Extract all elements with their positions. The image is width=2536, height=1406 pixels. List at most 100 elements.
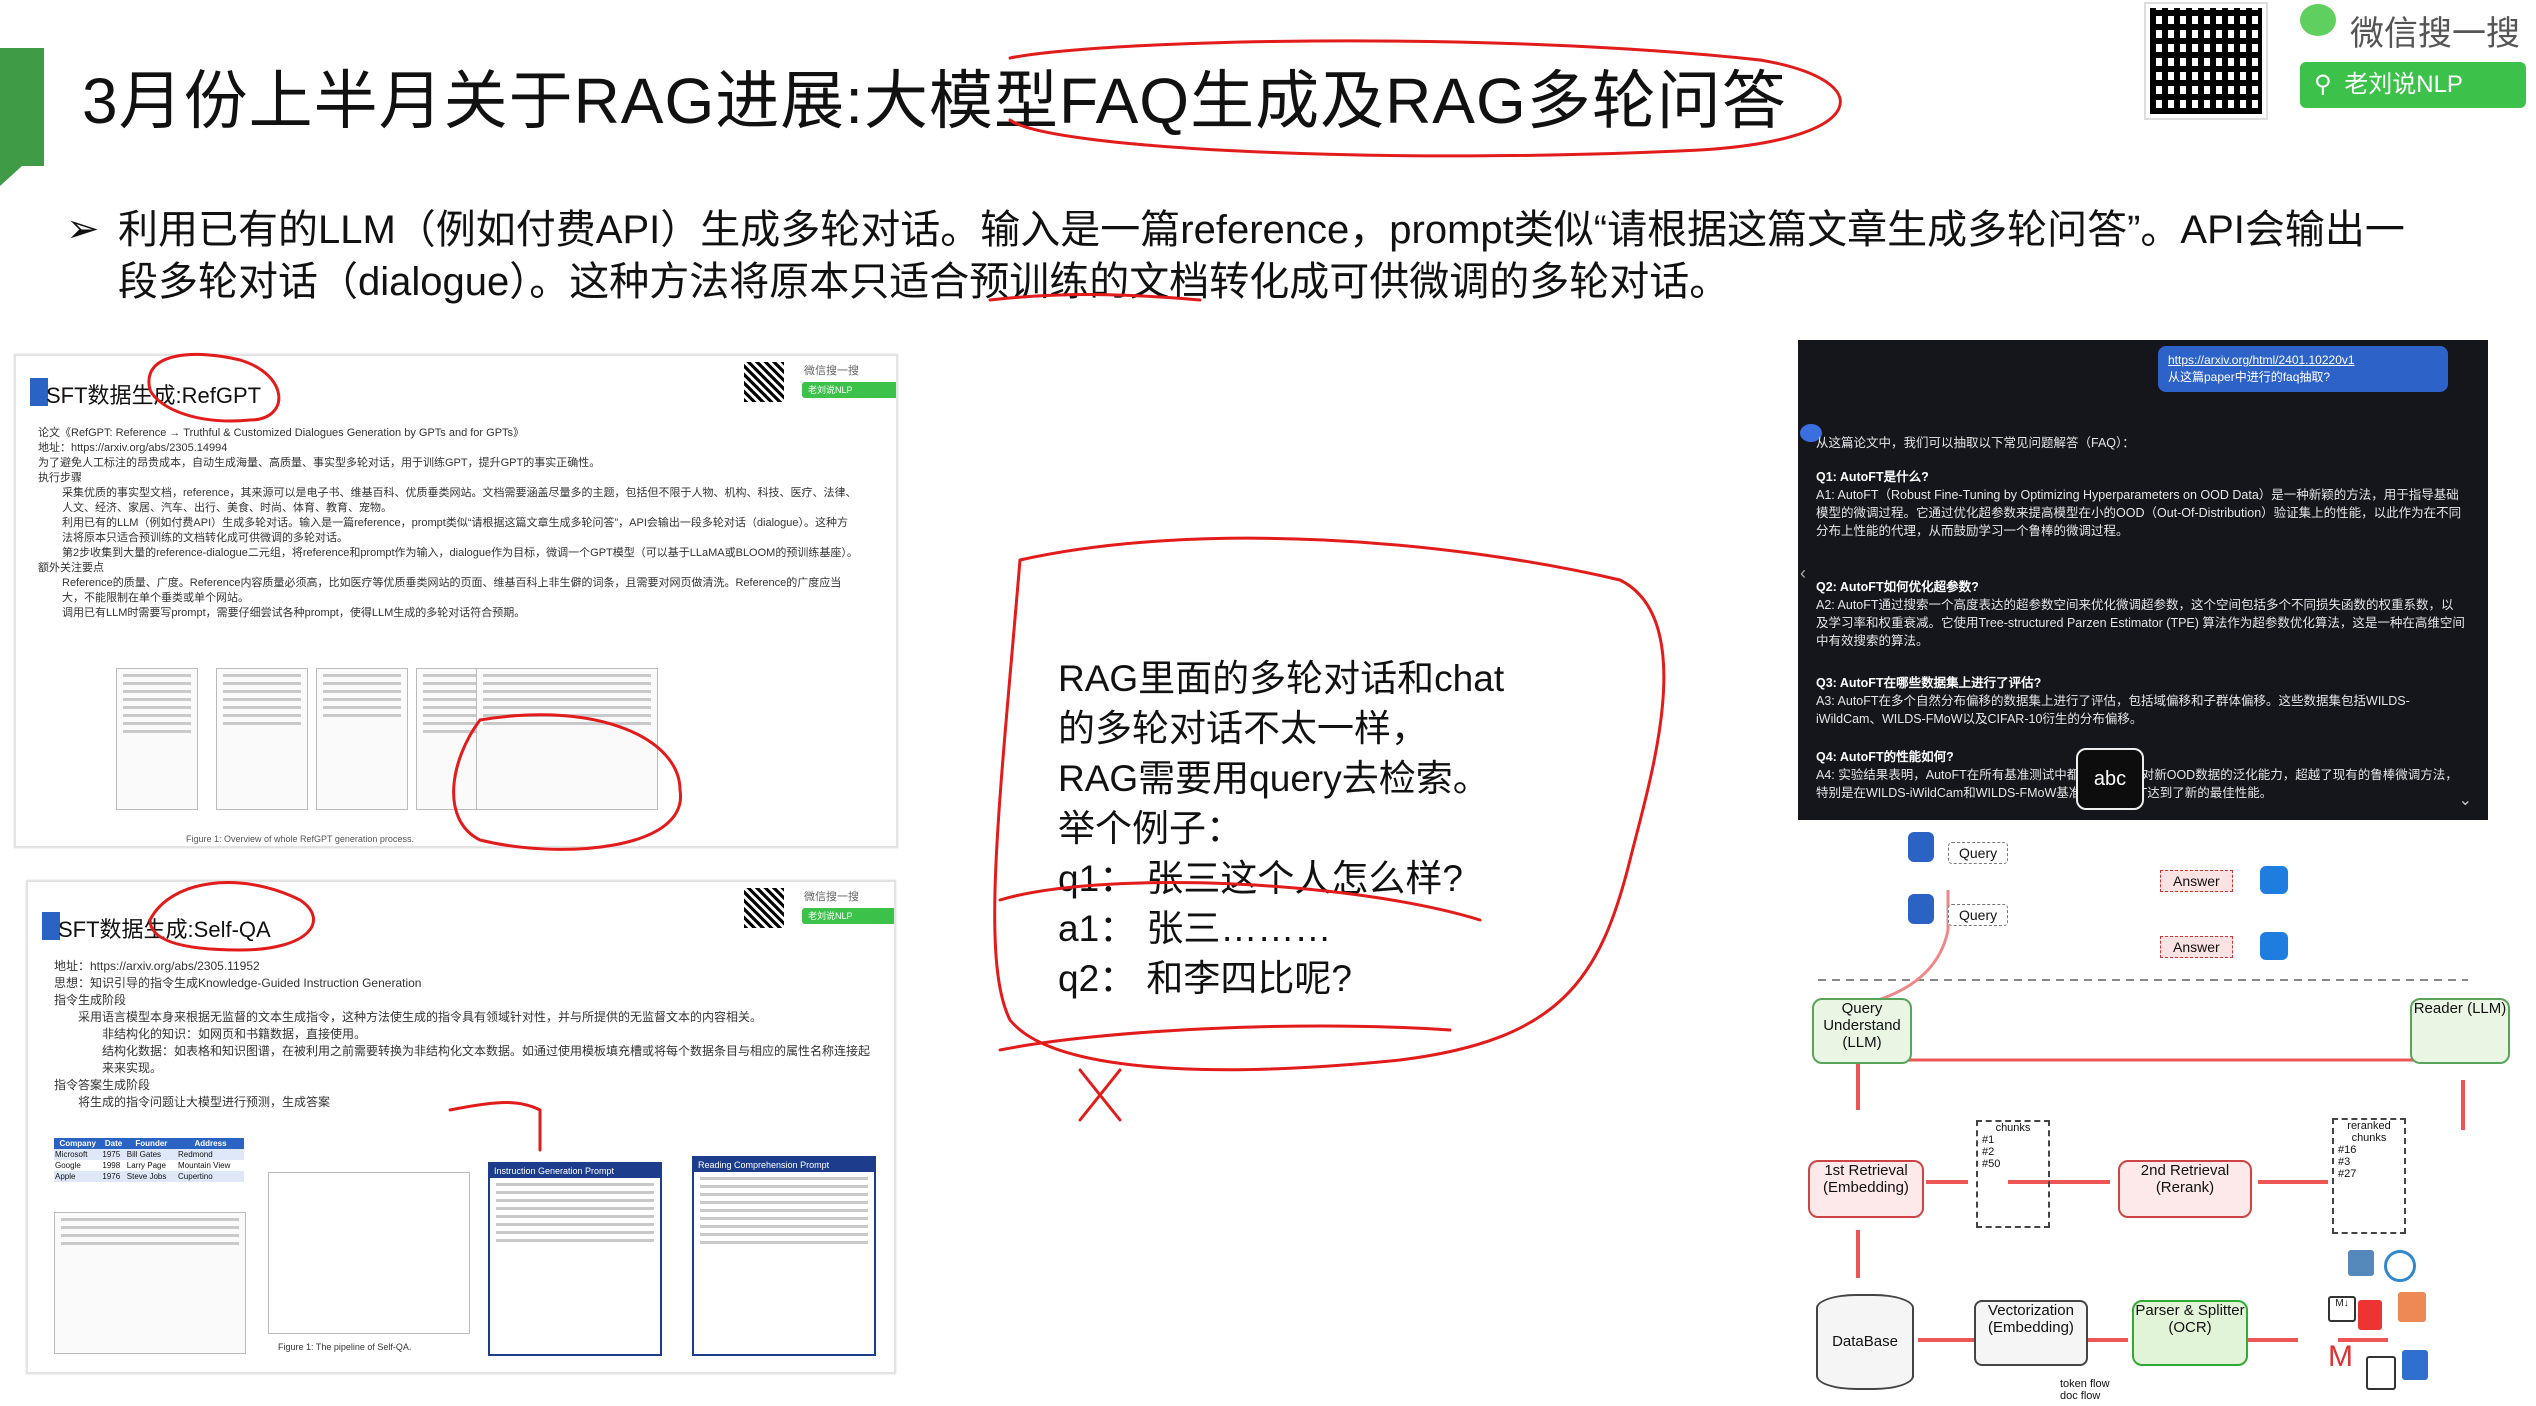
search-button[interactable]: ⚲ 老刘说NLP: [2300, 62, 2526, 108]
faq-item: Q3: AutoFT在哪些数据集上进行了评估? A3: AutoFT在多个自然分…: [1816, 674, 2466, 728]
faq-answer: A1: AutoFT（Robust Fine-Tuning by Optimiz…: [1816, 488, 2462, 538]
search-pill: 老刘说NLP: [802, 382, 896, 398]
scroll-down-icon[interactable]: ⌄: [2459, 792, 2472, 810]
table-cell: Larry Page: [126, 1161, 166, 1170]
reranked-label: reranked chunks: [2347, 1120, 2391, 1144]
query-pill: Query: [1948, 904, 2009, 926]
note-line: q2： 和李四比呢?: [1058, 958, 1353, 999]
parser-splitter-box: Parser & Splitter (OCR): [2132, 1300, 2248, 1366]
knowledge-table: Company Date Founder Address Microsoft 19…: [54, 1138, 244, 1182]
body-line: 采集优质的事实型文档，reference，其来源可以是电子书、维基百科、优质垂类…: [62, 487, 857, 514]
query-pill: Query: [1948, 842, 2009, 864]
qr-code: [2144, 2, 2268, 120]
body-line: 第2步收集到大量的reference-dialogue二元组，将referenc…: [62, 547, 858, 559]
wechat-label: 微信搜一搜: [804, 891, 859, 903]
note-line: 的多轮对话不太一样，: [1058, 708, 1428, 749]
table-cell: 1998: [102, 1161, 121, 1170]
legend-token-flow: token flow: [2060, 1378, 2110, 1390]
answer-intro: 从这篇论文中，我们可以抽取以下常见问题解答（FAQ）：: [1816, 436, 2135, 450]
table-cell: Google: [55, 1161, 81, 1170]
figure-thumbnail: [116, 668, 198, 810]
qr-code: [744, 362, 784, 402]
table-cell: 1975: [102, 1150, 121, 1159]
paper-link[interactable]: https://arxiv.org/html/2401.10220v1: [2168, 352, 2438, 369]
chunks-box: chunks #1 #2 #50: [1976, 1120, 2050, 1228]
body-line: 思想：知识引导的指令生成Knowledge-Guided Instruction…: [54, 976, 422, 990]
slide-body: 地址：https://arxiv.org/abs/2305.11952 思想：知…: [54, 958, 874, 1111]
table-header: Address: [194, 1139, 227, 1148]
table-cell: Redmond: [178, 1150, 213, 1159]
body-line: 额外关注要点: [38, 562, 104, 574]
faq-question: Q2: AutoFT如何优化超参数?: [1816, 580, 1979, 594]
figure-thumbnail: [216, 668, 308, 810]
ppt-file-icon: [2398, 1292, 2426, 1322]
refgpt-slide: SFT数据生成:RefGPT 微信搜一搜 老刘说NLP 论文《RefGPT: R…: [14, 354, 898, 848]
user-request: 从这篇paper中进行的faq抽取?: [2168, 370, 2331, 384]
table-header: Date: [104, 1139, 123, 1148]
reading-prompt-box: Reading Comprehension Prompt: [692, 1156, 876, 1356]
pdf-file-icon: [2358, 1300, 2382, 1330]
wechat-search-label: 微信搜一搜: [2350, 15, 2520, 53]
body-line: 地址：https://arxiv.org/abs/2305.11952: [54, 959, 260, 973]
table-cell: Steve Jobs: [126, 1172, 167, 1181]
box-title: Reading Comprehension Prompt: [694, 1158, 874, 1172]
body-line: 将生成的指令问题让大模型进行预测，生成答案: [78, 1095, 331, 1109]
body-line: 指令生成阶段: [54, 993, 127, 1007]
slide-title: SFT数据生成:RefGPT: [46, 383, 262, 408]
search-pill: 老刘说NLP: [802, 908, 894, 924]
table-cell: Microsoft: [55, 1150, 88, 1159]
table-header: Company: [59, 1139, 96, 1148]
first-retrieval-box: 1st Retrieval (Embedding): [1808, 1160, 1924, 1218]
body-line: 采用语言模型本身来根据无监督的文本生成指令，这种方法使生成的指令具有领域针对性，…: [78, 1010, 763, 1024]
slide-body: 论文《RefGPT: Reference → Truthful & Custom…: [38, 426, 858, 621]
robot-icon: [2260, 866, 2288, 894]
box-title: Instruction Generation Prompt: [490, 1164, 660, 1178]
chunk-label: #3: [2338, 1156, 2351, 1168]
legend-doc-flow: doc flow: [2060, 1390, 2101, 1402]
figure-thumbnail: [476, 668, 658, 810]
answer-pill: Answer: [2160, 870, 2233, 892]
table-cell: Apple: [55, 1172, 76, 1181]
page-title: 3月份上半月关于RAG进展:大模型FAQ生成及RAG多轮问答: [82, 65, 1787, 137]
figure-caption: Figure 1: Overview of whole RefGPT gener…: [186, 834, 414, 844]
chunks-label: chunks: [1995, 1122, 2031, 1134]
title-accent-bar: [0, 48, 44, 186]
mail-icon: M: [2328, 1340, 2353, 1373]
faq-answer: A2: AutoFT通过搜索一个高度表达的超参数空间来优化微调超参数，这个空间包…: [1816, 598, 2465, 648]
chevron-left-icon[interactable]: ‹: [1800, 564, 1806, 582]
handwritten-note: RAG里面的多轮对话和chat 的多轮对话不太一样， RAG需要用query去检…: [1058, 654, 1504, 1004]
figure-thumbnail: [316, 668, 408, 810]
user-icon: [1908, 894, 1934, 924]
chunk-label: #27: [2338, 1168, 2357, 1180]
csv-file-icon: [2366, 1356, 2396, 1390]
text-select-badge[interactable]: abc: [2076, 748, 2144, 810]
faq-item: Q2: AutoFT如何优化超参数? A2: AutoFT通过搜索一个高度表达的…: [1816, 578, 2466, 650]
reranked-chunks-box: reranked chunks #16 #3 #27: [2332, 1118, 2406, 1234]
note-line: RAG里面的多轮对话和chat: [1058, 658, 1505, 699]
word-file-icon: [2402, 1350, 2428, 1380]
note-line: RAG需要用query去检索。: [1058, 758, 1490, 799]
user-message: https://arxiv.org/html/2401.10220v1 从这篇p…: [2158, 346, 2448, 392]
pipeline-figure: [268, 1172, 470, 1334]
body-line: Reference的质量、广度。Reference内容质量必须高，比如医疗等优质…: [62, 577, 842, 604]
faq-chat-panel: https://arxiv.org/html/2401.10220v1 从这篇p…: [1798, 340, 2488, 820]
slide-title: SFT数据生成:Self-QA: [58, 917, 271, 942]
vectorization-box: Vectorization (Embedding): [1974, 1300, 2088, 1366]
chunk-label: #16: [2338, 1144, 2357, 1156]
body-line: 执行步骤: [38, 472, 82, 484]
knowledge-graph-thumbnail: [54, 1212, 246, 1354]
table-cell: Cupertino: [178, 1172, 213, 1181]
note-line: 举个例子：: [1058, 808, 1243, 849]
robot-icon: [2260, 932, 2288, 960]
chunk-label: #2: [1982, 1146, 1995, 1158]
bullet-text: 利用已有的LLM（例如付费API）生成多轮对话。输入是一篇reference，p…: [118, 208, 2405, 304]
note-line: a1： 张三………: [1058, 908, 1332, 949]
database-cylinder: DataBase: [1816, 1294, 1914, 1390]
query-understand-box: Query Understand (LLM): [1812, 998, 1912, 1064]
table-cell: Mountain View: [178, 1161, 231, 1170]
wechat-label: 微信搜一搜: [804, 365, 859, 377]
faq-question: Q3: AutoFT在哪些数据集上进行了评估?: [1816, 676, 2042, 690]
body-line: 非结构化的知识：如网页和书籍数据，直接使用。: [102, 1027, 367, 1041]
qr-code: [744, 888, 784, 928]
image-file-icon: [2348, 1250, 2374, 1276]
